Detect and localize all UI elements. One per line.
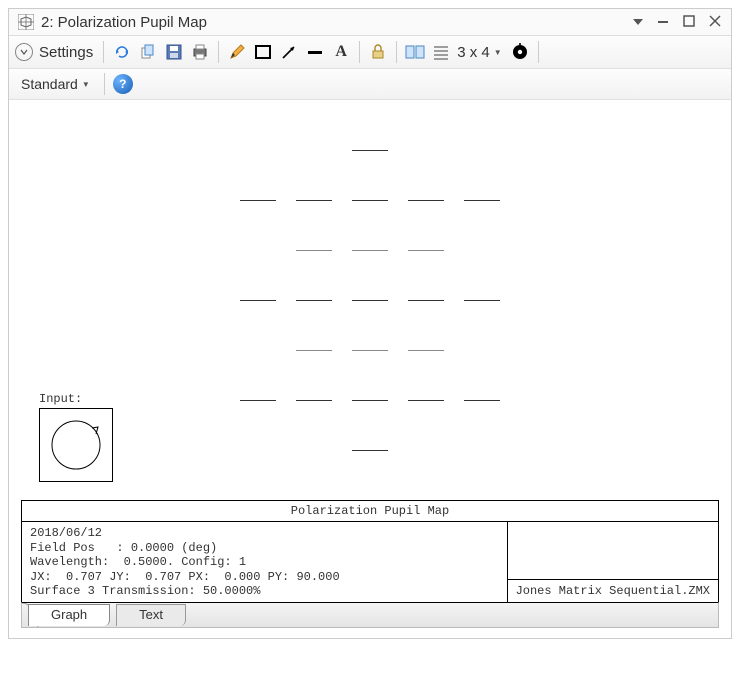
info-filename: Jones Matrix Sequential.ZMX (508, 580, 718, 602)
info-panel: Polarization Pupil Map 2018/06/12 Field … (21, 500, 719, 602)
target-button[interactable] (508, 40, 532, 64)
input-indicator: Input: (39, 392, 113, 482)
tab-label: Graph (51, 607, 87, 622)
toolbar-secondary: Standard ▼ ? (9, 69, 731, 100)
settings-label[interactable]: Settings (39, 44, 93, 61)
input-label: Input: (39, 392, 82, 406)
tab-graph[interactable]: Graph (28, 604, 110, 626)
separator (104, 73, 105, 95)
line-arrow-tool[interactable] (277, 40, 301, 64)
pupil-grid (174, 125, 566, 475)
separator (538, 41, 539, 63)
separator (396, 41, 397, 63)
window-title: 2: Polarization Pupil Map (41, 14, 631, 31)
info-params: 2018/06/12 Field Pos : 0.0000 (deg) Wave… (22, 522, 508, 602)
text-tool[interactable]: A (329, 40, 353, 64)
window-options-button[interactable] (631, 15, 645, 30)
help-button[interactable]: ? (113, 74, 133, 94)
maximize-button[interactable] (681, 15, 697, 30)
copy-button[interactable] (136, 40, 160, 64)
chevron-down-icon: ▼ (82, 80, 90, 89)
plot-canvas[interactable]: Input: (9, 100, 731, 500)
window-root: 2: Polarization Pupil Map Settings (8, 8, 732, 639)
lock-tool[interactable] (366, 40, 390, 64)
window-controls (631, 15, 723, 30)
minimize-button[interactable] (655, 15, 671, 30)
info-title: Polarization Pupil Map (22, 501, 718, 522)
save-button[interactable] (162, 40, 186, 64)
close-button[interactable] (707, 15, 723, 30)
rectangle-tool[interactable] (251, 40, 275, 64)
separator (218, 41, 219, 63)
info-right: Jones Matrix Sequential.ZMX (508, 522, 718, 602)
info-right-blank (508, 522, 718, 580)
separator (103, 41, 104, 63)
layout-dropdown-caret[interactable]: ▼ (494, 48, 502, 57)
expand-settings-button[interactable] (15, 43, 33, 61)
tab-strip: Graph Text (21, 602, 719, 628)
layout-size-label[interactable]: 3 x 4 (457, 44, 490, 61)
pencil-tool[interactable] (225, 40, 249, 64)
app-icon (17, 13, 35, 31)
tab-text[interactable]: Text (116, 604, 186, 626)
tab-label: Text (139, 607, 163, 622)
print-button[interactable] (188, 40, 212, 64)
toolbar-main: Settings A (9, 36, 731, 69)
window-layout-button[interactable] (403, 40, 427, 64)
view-mode-label: Standard (21, 76, 78, 92)
titlebar: 2: Polarization Pupil Map (9, 9, 731, 36)
view-mode-dropdown[interactable]: Standard ▼ (15, 74, 96, 94)
input-polarization-icon (39, 408, 113, 482)
separator (359, 41, 360, 63)
line-weight-tool[interactable] (303, 40, 327, 64)
refresh-button[interactable] (110, 40, 134, 64)
grid-layout-button[interactable] (429, 40, 453, 64)
